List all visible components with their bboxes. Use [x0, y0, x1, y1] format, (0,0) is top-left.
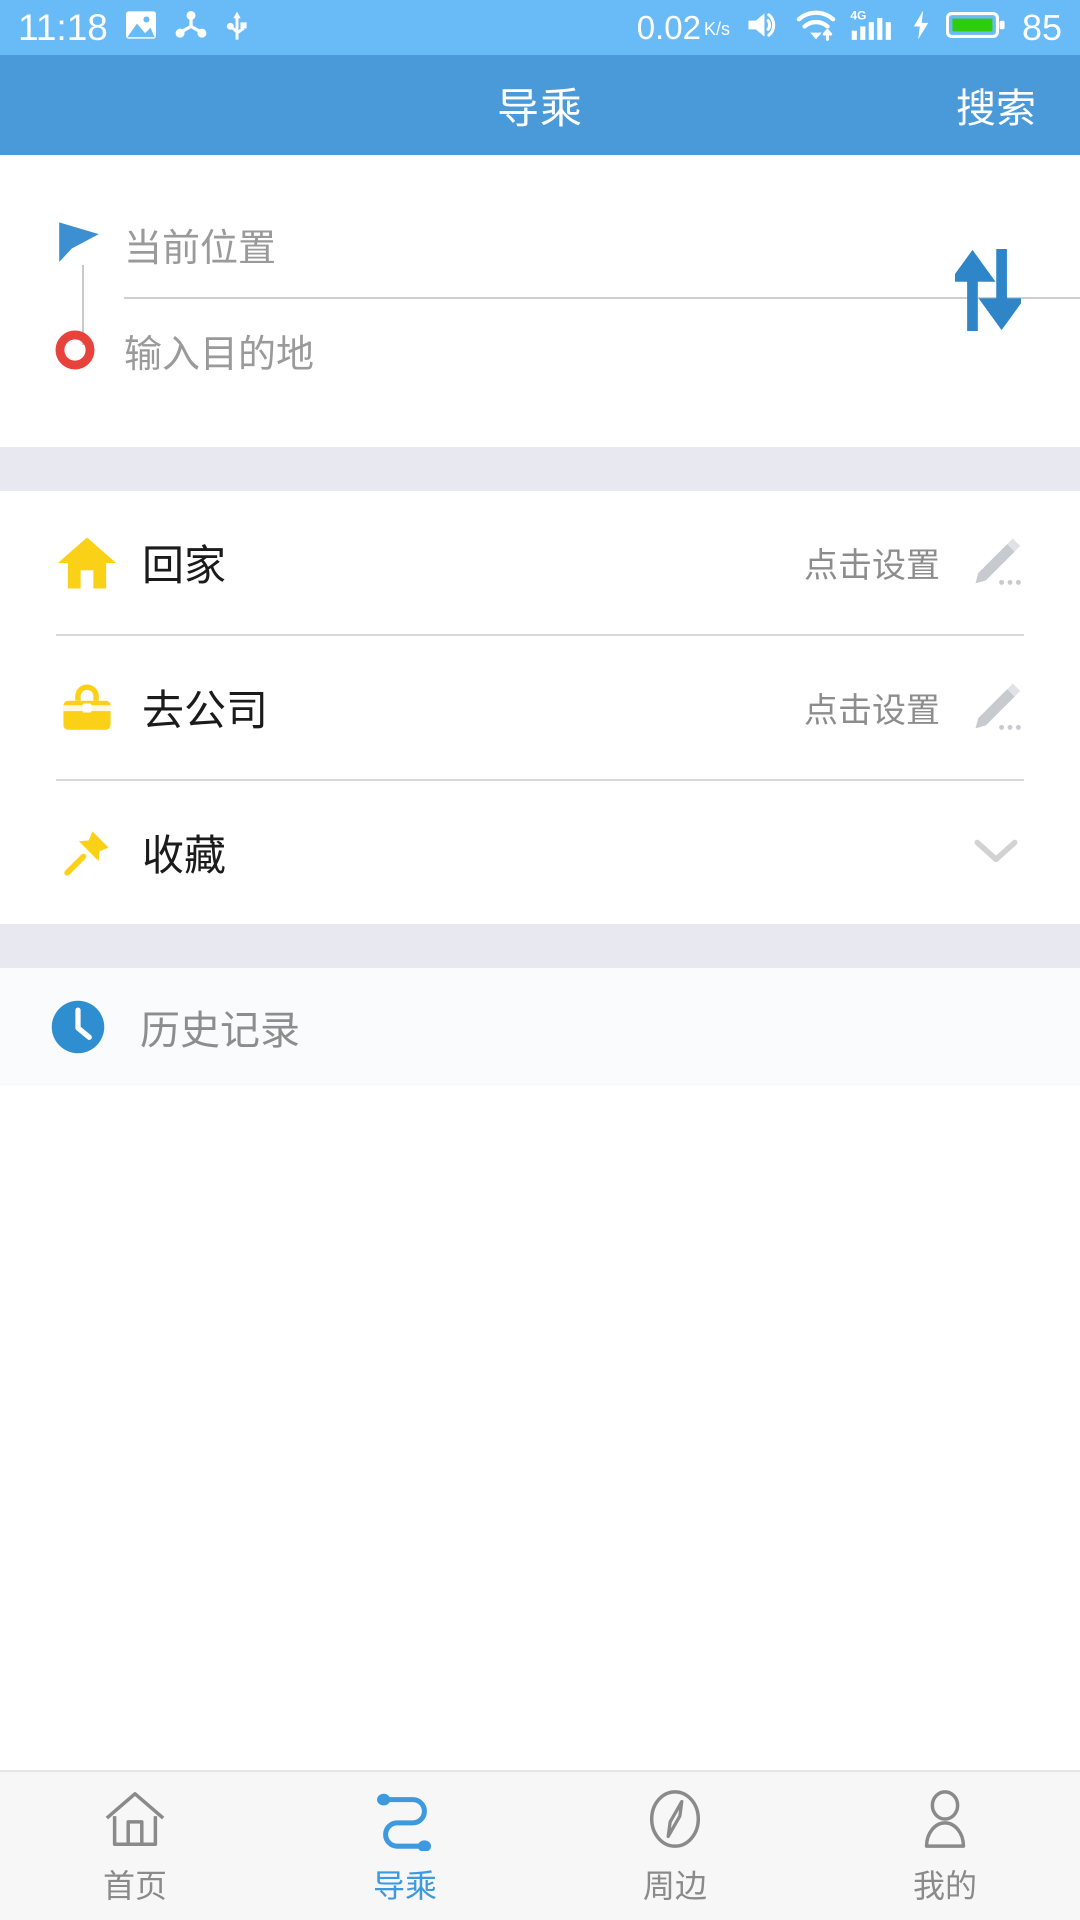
- origin-row[interactable]: 当前位置: [52, 191, 920, 297]
- shortcut-hint-home: 点击设置: [804, 547, 940, 585]
- status-bar-right: 0.02 K/s 4G 85: [637, 8, 1062, 47]
- image-icon: [124, 10, 158, 45]
- swap-vertical-arrows-icon: [949, 247, 1025, 336]
- app-root: 11:18 0.02 K/s 4G 85 导乘 搜索 当前位置 输入目的地 回家…: [0, 0, 1080, 1920]
- charging-bolt-icon: [910, 9, 932, 46]
- chevron-down-icon[interactable]: [968, 830, 1024, 875]
- briefcase-icon: [44, 679, 130, 737]
- route-input-panel: 当前位置 输入目的地: [0, 155, 1080, 447]
- shortcut-label-favorites: 收藏: [142, 832, 227, 879]
- mute-vibrate-icon: [744, 9, 782, 46]
- nav-item-nearby[interactable]: 周边: [540, 1772, 810, 1920]
- section-separator-1: [0, 447, 1080, 491]
- share-nodes-icon: [174, 10, 208, 45]
- shortcut-action-company[interactable]: 点击设置: [804, 677, 1036, 738]
- navigation-arrow-icon: [52, 217, 124, 271]
- battery-percent: 85: [1021, 6, 1062, 48]
- nav-item-profile[interactable]: 我的: [810, 1772, 1080, 1920]
- destination-ring-icon: [52, 327, 124, 373]
- history-label: 历史记录: [140, 1009, 300, 1053]
- nav-label-nearby: 周边: [642, 1868, 707, 1904]
- status-time: 11:18: [18, 7, 108, 48]
- origin-input[interactable]: 当前位置: [124, 217, 276, 272]
- status-bar-left: 11:18: [18, 9, 250, 46]
- destination-input[interactable]: 输入目的地: [124, 323, 314, 378]
- nav-item-home[interactable]: 首页: [0, 1772, 270, 1920]
- shortcut-row-company[interactable]: 去公司 点击设置: [0, 636, 1080, 779]
- pencil-edit-icon[interactable]: [968, 677, 1024, 738]
- svg-text:4G: 4G: [850, 8, 866, 22]
- home-icon: [44, 532, 130, 594]
- shortcut-label-home: 回家: [142, 542, 227, 589]
- status-bar: 11:18 0.02 K/s 4G 85: [0, 0, 1080, 55]
- pencil-edit-icon[interactable]: [968, 532, 1024, 593]
- shortcut-action-favorites[interactable]: [940, 830, 1036, 875]
- search-button[interactable]: 搜索: [956, 76, 1036, 134]
- network-speed: 0.02 K/s: [636, 9, 730, 46]
- person-icon: [912, 1785, 978, 1853]
- shortcuts-list: 回家 点击设置 去公司 点击设置 收藏: [0, 491, 1080, 924]
- compass-icon: [642, 1785, 708, 1853]
- signal-4g-icon: 4G: [850, 8, 896, 47]
- shortcut-hint-company: 点击设置: [804, 692, 940, 730]
- page-title: 导乘: [496, 84, 583, 132]
- shortcut-row-favorites[interactable]: 收藏: [0, 781, 1080, 924]
- battery-icon: [945, 10, 1006, 45]
- route-rows: 当前位置 输入目的地: [0, 191, 1080, 403]
- nav-label-profile: 我的: [912, 1868, 977, 1904]
- shortcut-label-company: 去公司: [142, 687, 269, 734]
- nav-item-route[interactable]: 导乘: [270, 1772, 540, 1920]
- shortcut-row-home[interactable]: 回家 点击设置: [0, 491, 1080, 634]
- shortcut-action-home[interactable]: 点击设置: [804, 532, 1036, 593]
- bottom-navigation: 首页 导乘 周边 我的: [0, 1770, 1080, 1920]
- clock-icon: [48, 997, 128, 1057]
- destination-row[interactable]: 输入目的地: [52, 297, 920, 403]
- pushpin-icon: [44, 826, 130, 880]
- usb-icon: [224, 9, 250, 46]
- content-empty-area: [0, 1086, 1080, 1770]
- section-separator-2: [0, 924, 1080, 968]
- nav-label-route: 导乘: [372, 1868, 437, 1904]
- route-icon: [372, 1785, 438, 1853]
- app-header: 导乘 搜索: [0, 55, 1080, 155]
- nav-label-home: 首页: [102, 1868, 167, 1904]
- history-row[interactable]: 历史记录: [0, 968, 1080, 1086]
- history-section: 历史记录: [0, 968, 1080, 1086]
- home-outline-icon: [102, 1785, 168, 1853]
- swap-button[interactable]: [948, 237, 1028, 347]
- wifi-icon: [796, 9, 836, 46]
